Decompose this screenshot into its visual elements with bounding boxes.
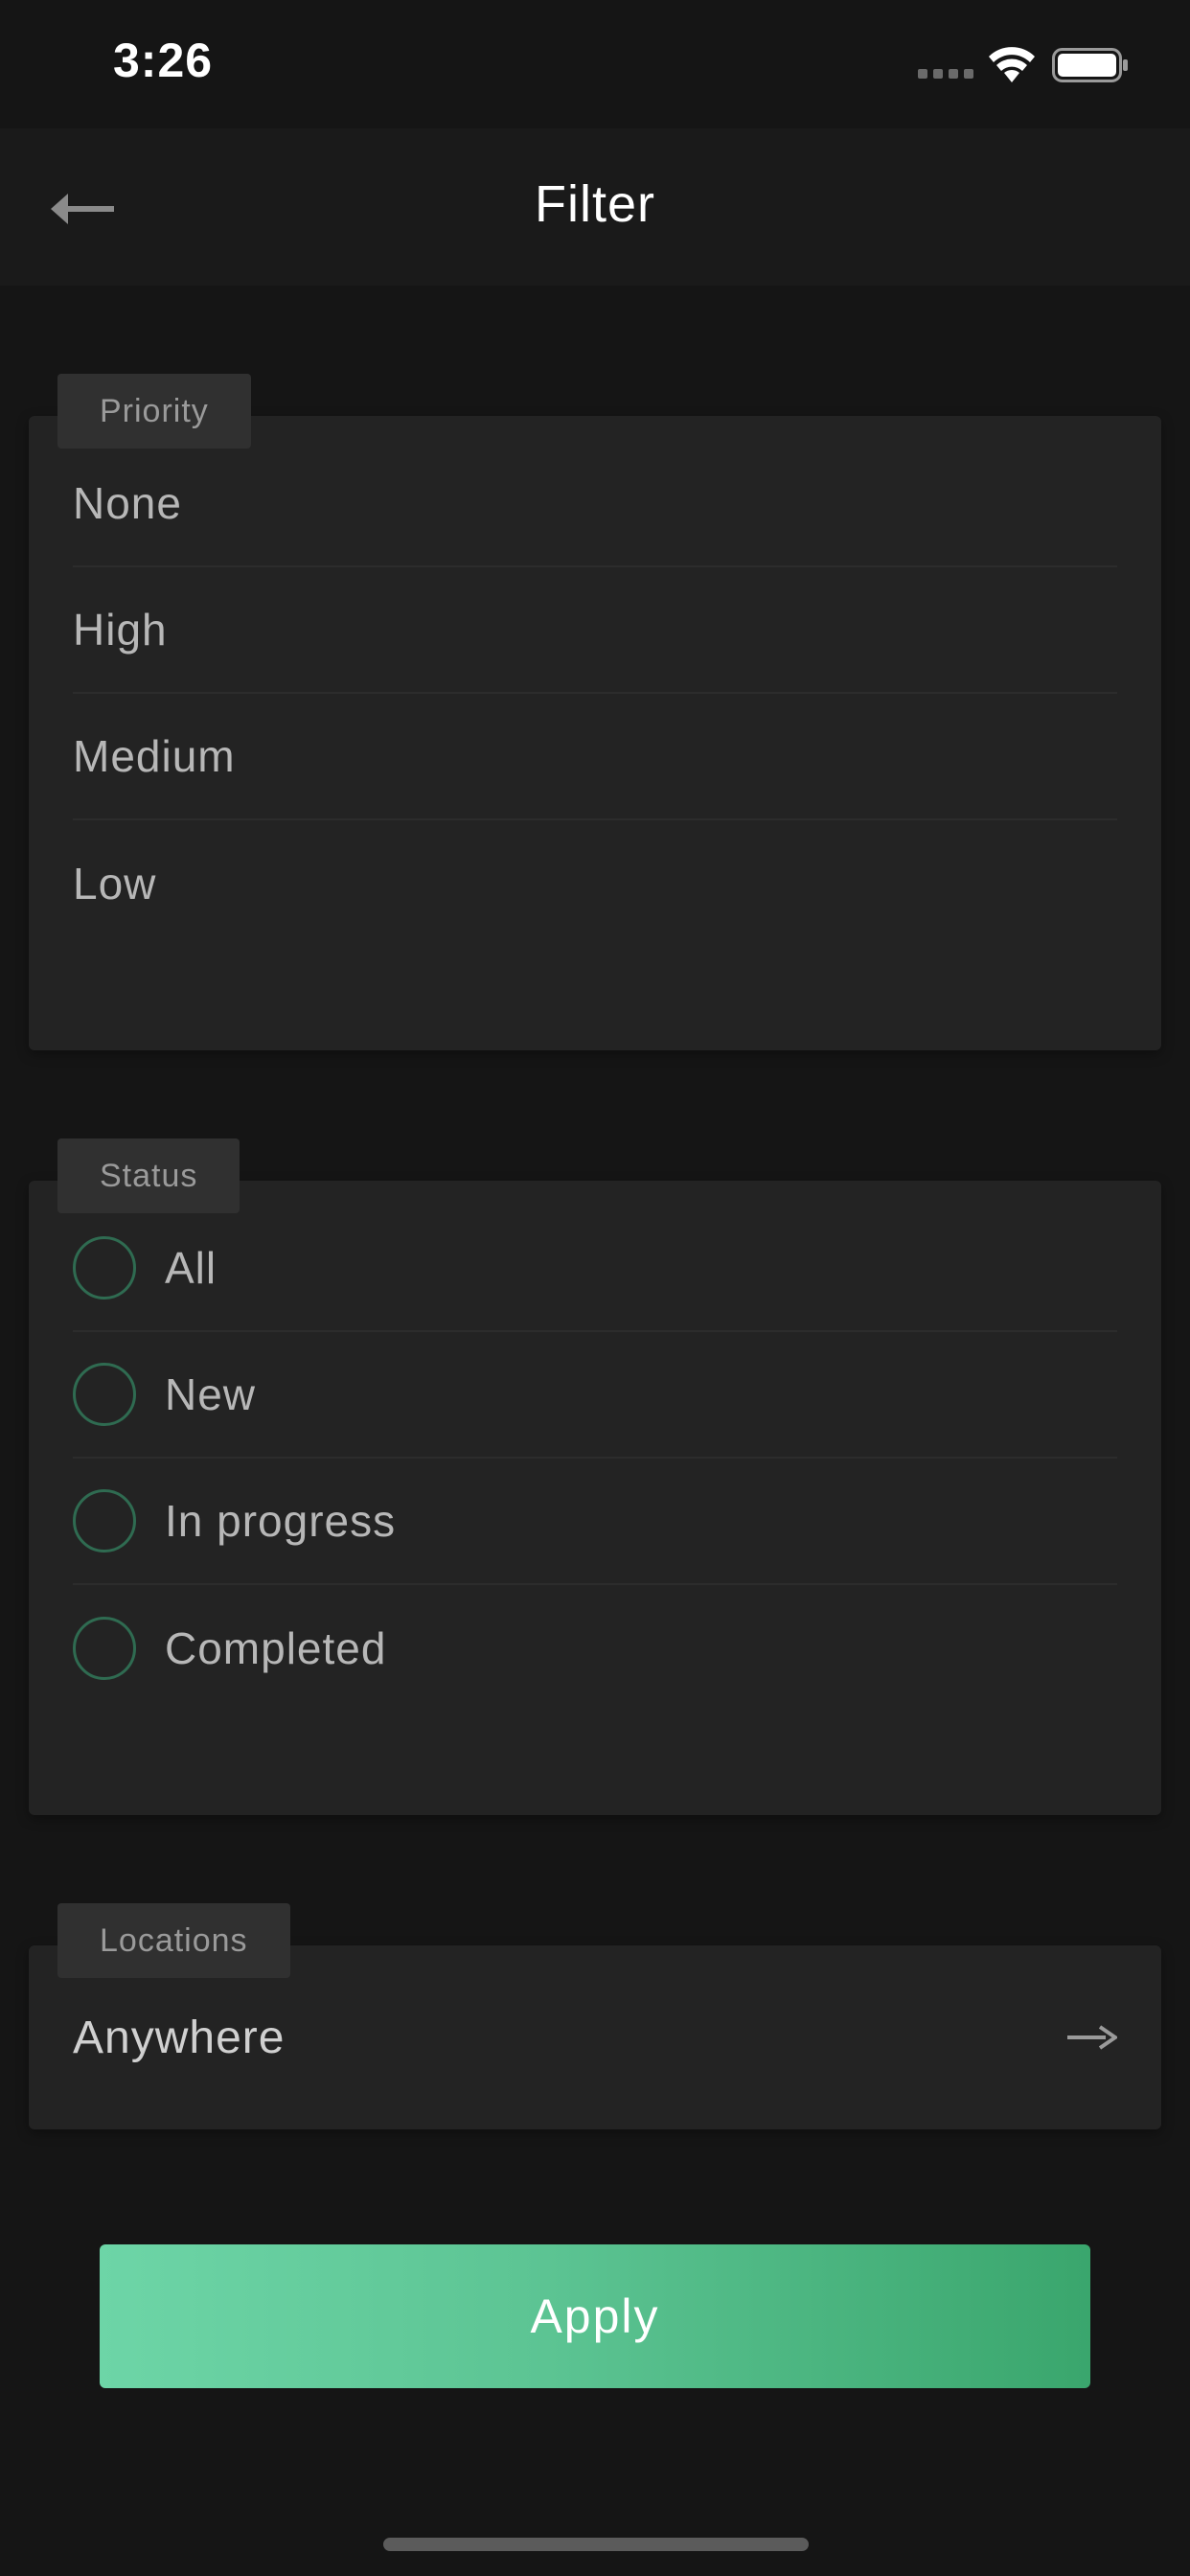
- radio-button[interactable]: [73, 1489, 136, 1552]
- cellular-signal-icon: [918, 69, 975, 80]
- radio-button[interactable]: [73, 1363, 136, 1426]
- status-option-label: All: [165, 1243, 217, 1293]
- apply-button[interactable]: Apply: [100, 2244, 1090, 2388]
- priority-section: Priority None High Medium Low: [29, 374, 1161, 1054]
- locations-section-tag: Locations: [57, 1903, 290, 1978]
- filter-screen: 3:26 Filter Priority None High Medium Lo…: [0, 0, 1190, 2576]
- location-value: Anywhere: [73, 2012, 286, 2063]
- priority-option-label: High: [73, 605, 168, 655]
- status-option-new[interactable]: New: [73, 1332, 1117, 1459]
- wifi-icon: [989, 47, 1035, 82]
- locations-section: Locations Anywhere: [29, 1903, 1161, 2133]
- radio-button[interactable]: [73, 1236, 136, 1300]
- priority-section-tag: Priority: [57, 374, 251, 448]
- priority-option-none[interactable]: None: [73, 441, 1117, 567]
- priority-option-label: Low: [73, 859, 157, 908]
- home-indicator: [383, 2538, 809, 2551]
- priority-option-medium[interactable]: Medium: [73, 694, 1117, 820]
- status-card: All New In progress Completed: [29, 1181, 1161, 1815]
- status-option-completed[interactable]: Completed: [73, 1585, 1117, 1712]
- status-time: 3:26: [113, 34, 214, 87]
- page-title: Filter: [535, 175, 655, 233]
- priority-option-high[interactable]: High: [73, 567, 1117, 694]
- arrow-right-icon: [1067, 2025, 1117, 2050]
- apply-button-label: Apply: [530, 2289, 660, 2343]
- battery-icon: [1052, 48, 1128, 82]
- priority-card: None High Medium Low: [29, 416, 1161, 1050]
- priority-option-low[interactable]: Low: [73, 820, 1117, 947]
- status-section: Status All New In progress Completed: [29, 1138, 1161, 1819]
- radio-button[interactable]: [73, 1617, 136, 1680]
- priority-option-label: Medium: [73, 731, 236, 781]
- status-option-label: New: [165, 1369, 257, 1419]
- status-option-all[interactable]: All: [73, 1206, 1117, 1332]
- status-section-tag: Status: [57, 1138, 240, 1213]
- status-option-label: Completed: [165, 1623, 387, 1673]
- status-option-in-progress[interactable]: In progress: [73, 1459, 1117, 1585]
- status-option-label: In progress: [165, 1496, 397, 1546]
- navigation-bar: Filter: [0, 128, 1190, 286]
- priority-option-label: None: [73, 478, 182, 528]
- status-bar: 3:26: [0, 0, 1190, 128]
